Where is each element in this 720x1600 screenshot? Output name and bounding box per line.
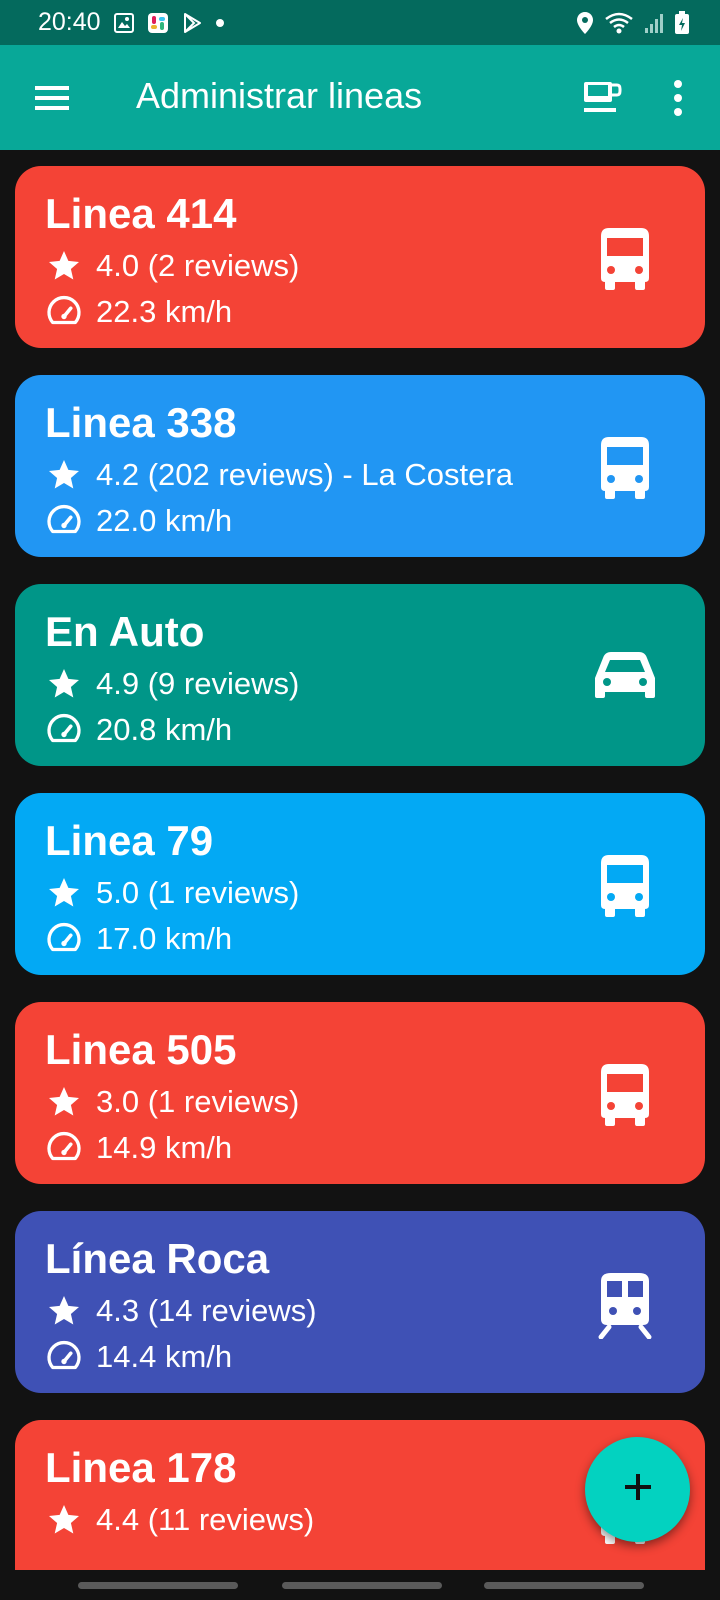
app-bar: Administrar lineas (0, 45, 720, 150)
line-rating: 4.2 (202 reviews) - La Costera (46, 455, 513, 495)
star-icon (46, 875, 82, 911)
bus-icon (589, 1058, 661, 1130)
line-speed-text: 22.0 km/h (96, 503, 233, 538)
line-speed: 14.4 km/h (46, 1337, 232, 1377)
line-rating: 4.9 (9 reviews) (46, 664, 299, 704)
speedometer-icon (46, 1339, 82, 1375)
line-rating-text: 4.0 (2 reviews) (96, 248, 300, 283)
line-rating-text: 4.3 (14 reviews) (96, 1293, 317, 1328)
line-rating: 4.0 (2 reviews) (46, 246, 299, 286)
car-icon (589, 640, 661, 712)
line-card-linea-79[interactable]: Linea 79 5.0 (1 reviews) 17.0 km/h (15, 793, 705, 975)
line-speed-text: 14.9 km/h (96, 1130, 233, 1165)
line-rating: 3.0 (1 reviews) (46, 1082, 299, 1122)
line-rating-text: 3.0 (1 reviews) (96, 1084, 300, 1119)
line-name: Linea 505 (45, 1026, 237, 1073)
line-rating-text: 4.9 (9 reviews) (96, 666, 300, 701)
battery-icon (674, 10, 690, 35)
line-rating-text: 4.4 (11 reviews) (96, 1502, 315, 1537)
line-name: Línea Roca (45, 1235, 270, 1282)
speedometer-icon (46, 1130, 82, 1166)
line-card-en-auto[interactable]: En Auto 4.9 (9 reviews) 20.8 km/h (15, 584, 705, 766)
line-speed-text: 17.0 km/h (96, 921, 233, 956)
gallery-icon (113, 12, 135, 34)
coffee-icon[interactable] (580, 76, 624, 120)
line-card-linea-505[interactable]: Linea 505 3.0 (1 reviews) 14.9 km/h (15, 1002, 705, 1184)
add-line-button[interactable] (585, 1437, 690, 1542)
star-icon (46, 1084, 82, 1120)
wifi-icon (604, 11, 634, 35)
line-speed: 22.0 km/h (46, 501, 232, 541)
line-name: Linea 414 (45, 190, 237, 237)
nav-pill (78, 1582, 238, 1589)
line-name: En Auto (45, 608, 205, 655)
line-speed-text: 22.3 km/h (96, 294, 233, 329)
dot-icon (215, 18, 225, 28)
speedometer-icon (46, 294, 82, 330)
more-vert-icon[interactable] (660, 75, 696, 121)
line-rating-text: 5.0 (1 reviews) (96, 875, 300, 910)
line-rating: 5.0 (1 reviews) (46, 873, 299, 913)
bus-icon (589, 849, 661, 921)
line-name: Linea 79 (45, 817, 214, 864)
speedometer-icon (46, 503, 82, 539)
line-speed-text: 14.4 km/h (96, 1339, 233, 1374)
train-icon (589, 1267, 661, 1340)
star-icon (46, 457, 82, 493)
star-icon (46, 1293, 82, 1329)
line-name: Linea 178 (45, 1444, 237, 1491)
line-speed: 20.8 km/h (46, 710, 232, 750)
slack-icon (147, 12, 169, 34)
navigation-bar (0, 1570, 720, 1600)
line-rating-text: 4.2 (202 reviews) - La Costera (96, 457, 513, 492)
speedometer-icon (46, 921, 82, 957)
status-bar: 20:40 (0, 0, 720, 45)
lines-list: Linea 414 4.0 (2 reviews) 22.3 km/h Line… (0, 150, 720, 1570)
star-icon (46, 1502, 82, 1538)
line-card-linea-roca[interactable]: Línea Roca 4.3 (14 reviews) 14.4 km/h (15, 1211, 705, 1393)
page-title: Administrar lineas (136, 75, 423, 116)
speedometer-icon (46, 712, 82, 748)
line-speed-text: 20.8 km/h (96, 712, 233, 747)
play-store-icon (181, 12, 203, 34)
status-time: 20:40 (38, 8, 101, 36)
signal-icon (644, 12, 664, 34)
menu-icon[interactable] (33, 82, 73, 114)
line-card-linea-338[interactable]: Linea 338 4.2 (202 reviews) - La Costera… (15, 375, 705, 557)
line-speed: 17.0 km/h (46, 919, 232, 959)
plus-icon (621, 1470, 655, 1509)
nav-pill (484, 1582, 644, 1589)
star-icon (46, 248, 82, 284)
line-speed: 22.3 km/h (46, 292, 232, 332)
line-rating: 4.4 (11 reviews) (46, 1500, 314, 1540)
line-card-linea-414[interactable]: Linea 414 4.0 (2 reviews) 22.3 km/h (15, 166, 705, 348)
line-speed: 14.9 km/h (46, 1128, 232, 1168)
nav-pill[interactable] (282, 1582, 442, 1589)
bus-icon (589, 431, 661, 503)
line-rating: 4.3 (14 reviews) (46, 1291, 317, 1331)
line-name: Linea 338 (45, 399, 237, 446)
location-icon (576, 11, 594, 35)
bus-icon (589, 222, 661, 294)
star-icon (46, 666, 82, 702)
